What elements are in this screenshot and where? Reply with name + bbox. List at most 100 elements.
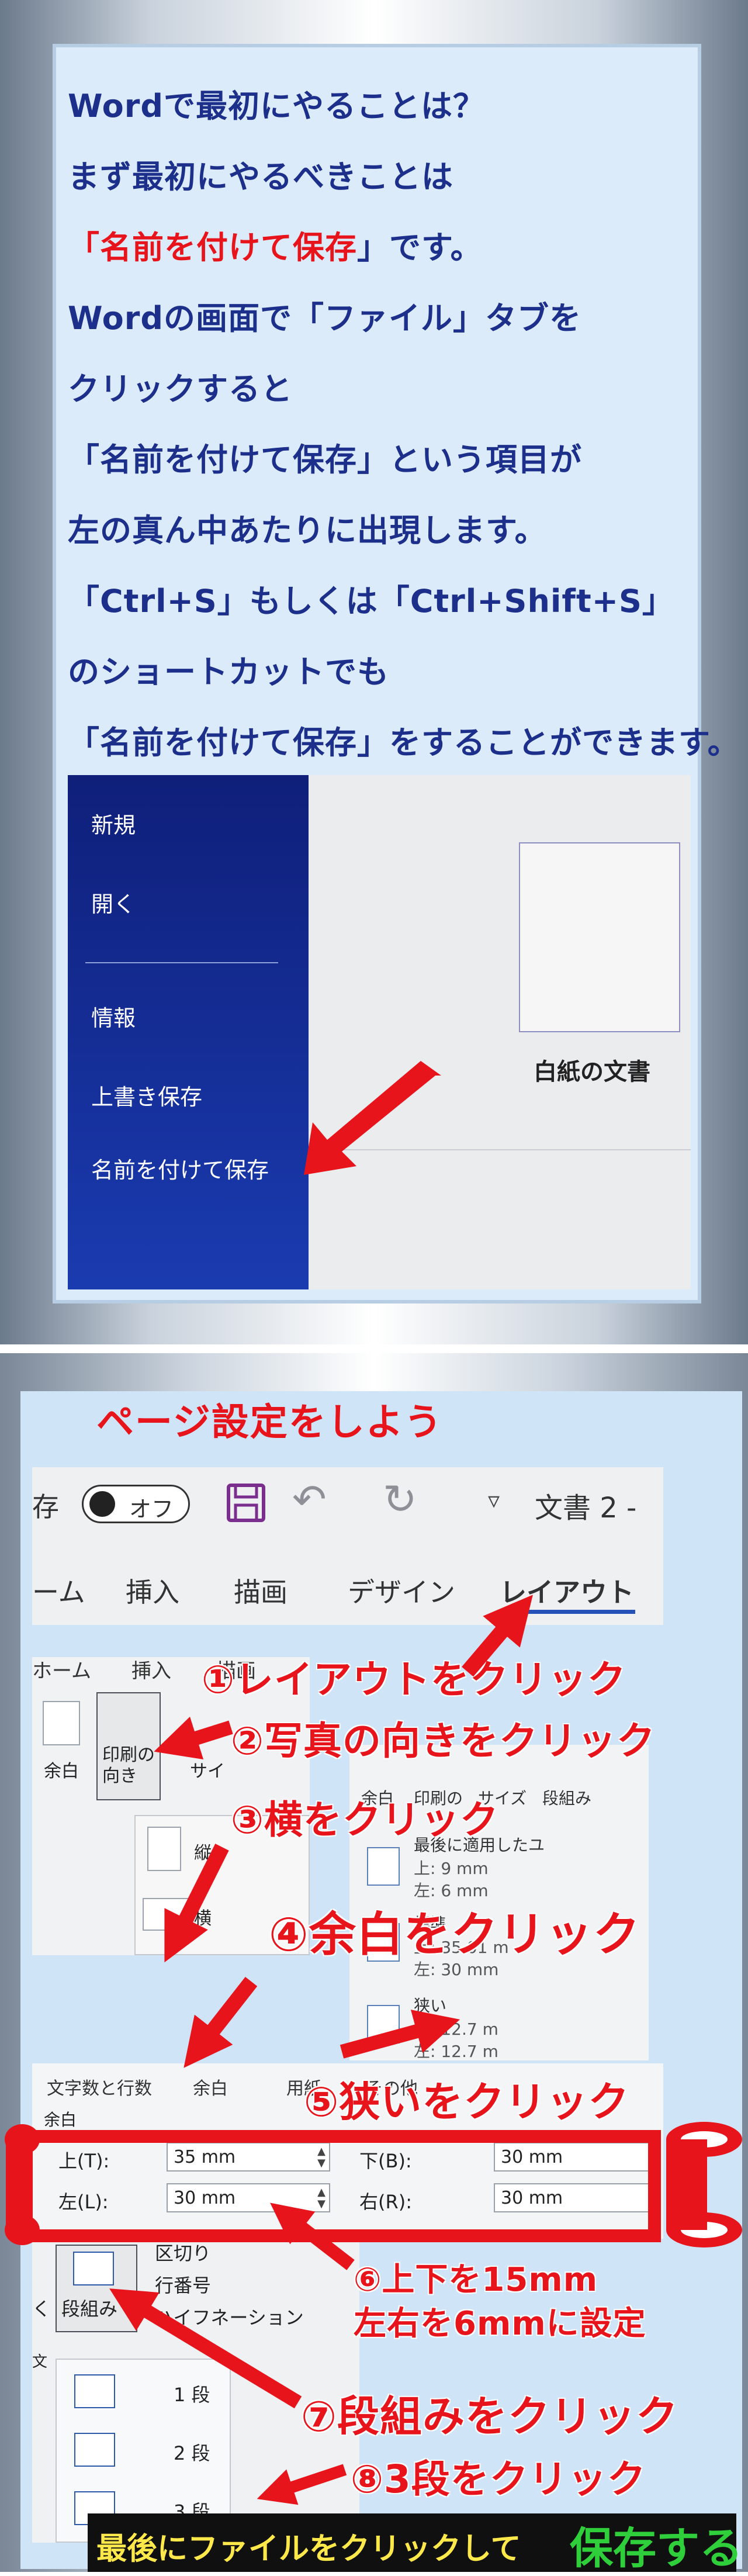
backstage-screenshot: 新規 開く 情報 上書き保存 名前を付けて保存 白紙の文書 — [68, 775, 691, 1289]
step-4: ④余白をクリック — [269, 1907, 640, 1962]
intro-line-3-tail: 」です。 — [357, 229, 483, 266]
backstage-main: 白紙の文書 — [309, 775, 691, 1289]
breaks-item[interactable]: 区切り — [155, 2239, 211, 2266]
save-as-highlight: 「名前を付けて保存 — [68, 229, 357, 266]
tab-draw[interactable]: 描画 — [234, 1571, 288, 1610]
menu-save-as[interactable]: 名前を付けて保存 — [91, 1155, 284, 1185]
section-title: ページ設定をしよう — [96, 1401, 443, 1444]
step-1: ①レイアウトをクリック — [202, 1657, 626, 1702]
tab-characters-lines[interactable]: 文字数と行数 — [47, 2074, 152, 2100]
portrait-option[interactable]: 縦 — [194, 1838, 212, 1864]
menu-divider — [85, 962, 278, 963]
menu-info[interactable]: 情報 — [91, 1000, 136, 1032]
tab-home-small[interactable]: ホーム — [32, 1655, 91, 1683]
blank-document-label: 白紙の文書 — [534, 1059, 650, 1085]
intro-card: Wordで最初にやることは？ まず最初にやるべきことは 「名前を付けて保存」です… — [53, 44, 740, 1303]
footer-save-text: 保存する — [570, 2523, 743, 2574]
intro-line-8: 「Ctrl+S」もしくは「Ctrl+Shift+S」 — [68, 583, 674, 620]
columns-side-label-2: 文 — [32, 2353, 48, 2371]
toggle-knob — [89, 1491, 115, 1517]
save-icon[interactable] — [225, 1482, 267, 1524]
step-6-detail: 左右を6mmに設定 — [354, 2305, 646, 2343]
tab-insert-small[interactable]: 挿入 — [131, 1655, 171, 1683]
backstage-sidebar: 新規 開く 情報 上書き保存 名前を付けて保存 — [68, 775, 309, 1289]
step-5: ⑤狭いをクリック — [304, 2078, 630, 2126]
undo-icon[interactable]: ↶ — [292, 1475, 327, 1523]
top-margin-input[interactable]: 35 mm ▲ ▼ — [167, 2142, 330, 2172]
right-margin-label: 右(R): — [359, 2191, 412, 2213]
tab-home[interactable]: ーム — [32, 1571, 85, 1610]
step-6: ⑥上下を15mm — [354, 2261, 598, 2299]
margins-group-label: 余白 — [44, 2110, 77, 2129]
left-margin-label: 左(L): — [58, 2191, 109, 2213]
tab-insert[interactable]: 挿入 — [126, 1571, 179, 1610]
bottom-margin-label: 下(B): — [359, 2150, 412, 2172]
spin-arrows-icon[interactable]: ▲ ▼ — [317, 2146, 325, 2169]
intro-line-9: のショートカットでも — [68, 653, 389, 690]
narrow-margin-icon[interactable] — [367, 2005, 400, 2043]
menu-new[interactable]: 新規 — [91, 807, 136, 839]
right-margin-input[interactable]: 30 mm — [494, 2183, 657, 2212]
orientation-button-label: 印刷の 向き — [102, 1745, 155, 1786]
ribbon-columns-label[interactable]: 段組み — [542, 1786, 591, 1809]
quick-access-dropdown-icon[interactable]: ▿ — [488, 1487, 500, 1514]
columns-icon — [73, 2252, 114, 2285]
columns-button-label: 段組み — [61, 2298, 118, 2320]
left-margin-value: 30 mm — [174, 2188, 236, 2208]
step-8: ⑧3段をクリック — [351, 2457, 646, 2502]
margins-button-label[interactable]: 余白 — [44, 1756, 79, 1782]
intro-line-2: まず最初にやるべきことは — [68, 158, 453, 195]
active-tab-indicator — [500, 1610, 635, 1614]
two-columns-icon[interactable] — [74, 2433, 115, 2467]
intro-line-6: 「名前を付けて保存」という項目が — [68, 441, 582, 478]
portrait-icon[interactable] — [147, 1827, 181, 1871]
intro-line-3: 「名前を付けて保存」です。 — [68, 212, 699, 283]
tab-design[interactable]: デザイン — [348, 1571, 455, 1610]
step-2: ②写真の向きをクリック — [231, 1719, 656, 1764]
redo-icon[interactable]: ↻ — [383, 1475, 417, 1523]
last-custom-margin-top: 上: 9 mm — [414, 1859, 489, 1878]
intro-line-1: Wordで最初にやることは？ — [68, 88, 486, 125]
intro-panel: Wordで最初にやることは？ まず最初にやるべきことは 「名前を付けて保存」です… — [0, 0, 748, 1344]
bottom-margin-value: 30 mm — [501, 2147, 563, 2167]
blank-document-thumbnail[interactable] — [519, 842, 680, 1032]
spin-arrows-icon[interactable]: ▲ ▼ — [317, 2187, 325, 2210]
right-margin-value: 30 mm — [501, 2188, 563, 2208]
size-button-label[interactable]: サイ — [190, 1756, 225, 1782]
ribbon-screenshot: 存 オフ ↶ ↻ ▿ 文書 2 - ーム 挿入 描画 デザイン レイアウト — [32, 1467, 663, 1625]
tab-margins[interactable]: 余白 — [193, 2074, 228, 2100]
intro-text: Wordで最初にやることは？ まず最初にやるべきことは 「名前を付けて保存」です… — [68, 71, 740, 778]
intro-line-10: 「名前を付けて保存」をすることができます。 — [68, 724, 740, 761]
one-column-option[interactable]: 1 段 — [174, 2380, 210, 2407]
line-numbers-item[interactable]: 行番号 — [155, 2271, 211, 2298]
menu-open[interactable]: 開く — [91, 886, 136, 918]
step-7: ⑦段組みをクリック — [301, 2392, 678, 2441]
autosave-label: 存 — [32, 1491, 59, 1523]
bottom-margin-input[interactable]: 30 mm — [494, 2142, 657, 2172]
narrow-margin-title[interactable]: 狭い — [414, 1993, 446, 2017]
intro-line-7: 左の真ん中あたりに出現します。 — [68, 512, 547, 549]
landscape-option[interactable]: 横 — [194, 1904, 212, 1930]
footer-text: 最後にファイルをクリックして — [96, 2532, 521, 2567]
tab-layout[interactable]: レイアウト — [500, 1571, 634, 1610]
margins-icon[interactable] — [43, 1701, 80, 1745]
one-column-icon[interactable] — [74, 2374, 115, 2408]
top-margin-label: 上(T): — [58, 2150, 110, 2172]
intro-line-4: Wordの画面で「ファイル」タブを — [68, 300, 582, 337]
menu-save[interactable]: 上書き保存 — [91, 1079, 202, 1111]
intro-line-5: クリックすると — [68, 371, 293, 407]
narrow-margin-left: 左: 12.7 m — [414, 2042, 498, 2061]
step-3: ③横をクリック — [231, 1797, 499, 1842]
document-title: 文書 2 - — [535, 1492, 637, 1524]
narrow-margin-top: 上: 12.7 m — [414, 2020, 498, 2039]
left-margin-input[interactable]: 30 mm ▲ ▼ — [167, 2183, 330, 2212]
top-margin-value: 35 mm — [174, 2147, 236, 2167]
hyphenation-item[interactable]: ハイフネーション — [155, 2303, 304, 2330]
landscape-icon[interactable] — [143, 1898, 189, 1931]
last-custom-margin-icon[interactable] — [367, 1847, 400, 1886]
toggle-label: オフ — [129, 1496, 174, 1522]
columns-side-label: く — [32, 2298, 51, 2320]
two-columns-option[interactable]: 2 段 — [174, 2439, 210, 2466]
autosave-toggle[interactable]: オフ — [82, 1485, 190, 1523]
backstage-divider — [309, 1149, 691, 1150]
